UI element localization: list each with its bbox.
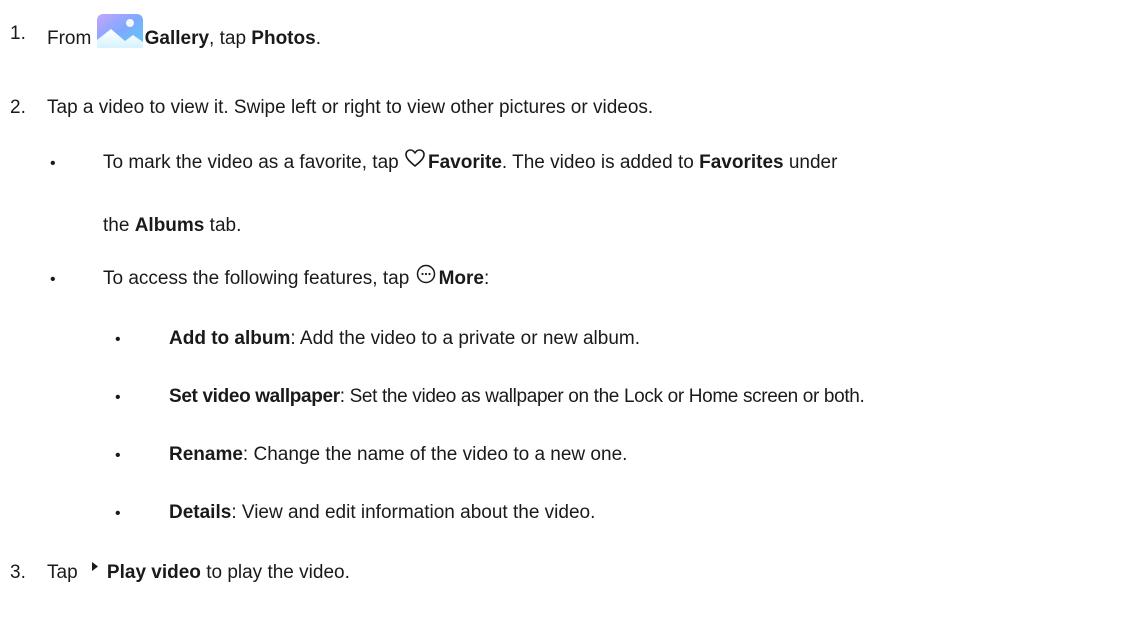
favorite-bullet-continued: the Albums tab.: [103, 215, 242, 236]
more-bullet: To access the following features, tap Mo…: [103, 264, 489, 291]
favorite-bullet: To mark the video as a favorite, tap Fav…: [103, 149, 837, 175]
bullet-marker: •: [50, 271, 56, 288]
sub-bullet-details: Details: View and edit information about…: [169, 502, 596, 523]
bullet-marker: •: [115, 505, 121, 522]
step-3: Tap Play video to play the video.: [47, 561, 350, 585]
play-icon: [83, 557, 105, 579]
gallery-app-icon: [96, 14, 143, 48]
sub-bullet-set-video-wallpaper: Set video wallpaper: Set the video as wa…: [169, 386, 865, 407]
sub-bullet-add-to-album: Add to album: Add the video to a private…: [169, 328, 640, 349]
step-1: From Gallery, tap Photos.: [47, 14, 321, 56]
step-2: Tap a video to view it. Swipe left or ri…: [47, 97, 654, 118]
step-number: 1.: [10, 23, 26, 44]
more-icon: [415, 263, 437, 285]
bullet-marker: •: [115, 389, 121, 406]
bullet-marker: •: [115, 331, 121, 348]
step-number: 2.: [10, 97, 26, 118]
instructions-page: 1. From Gallery, tap Photos. 2. Tap a vi…: [0, 0, 1123, 617]
bullet-marker: •: [115, 447, 121, 464]
heart-icon: [404, 147, 426, 169]
bullet-marker: •: [50, 155, 56, 172]
step-number: 3.: [10, 562, 26, 583]
sub-bullet-rename: Rename: Change the name of the video to …: [169, 444, 628, 465]
